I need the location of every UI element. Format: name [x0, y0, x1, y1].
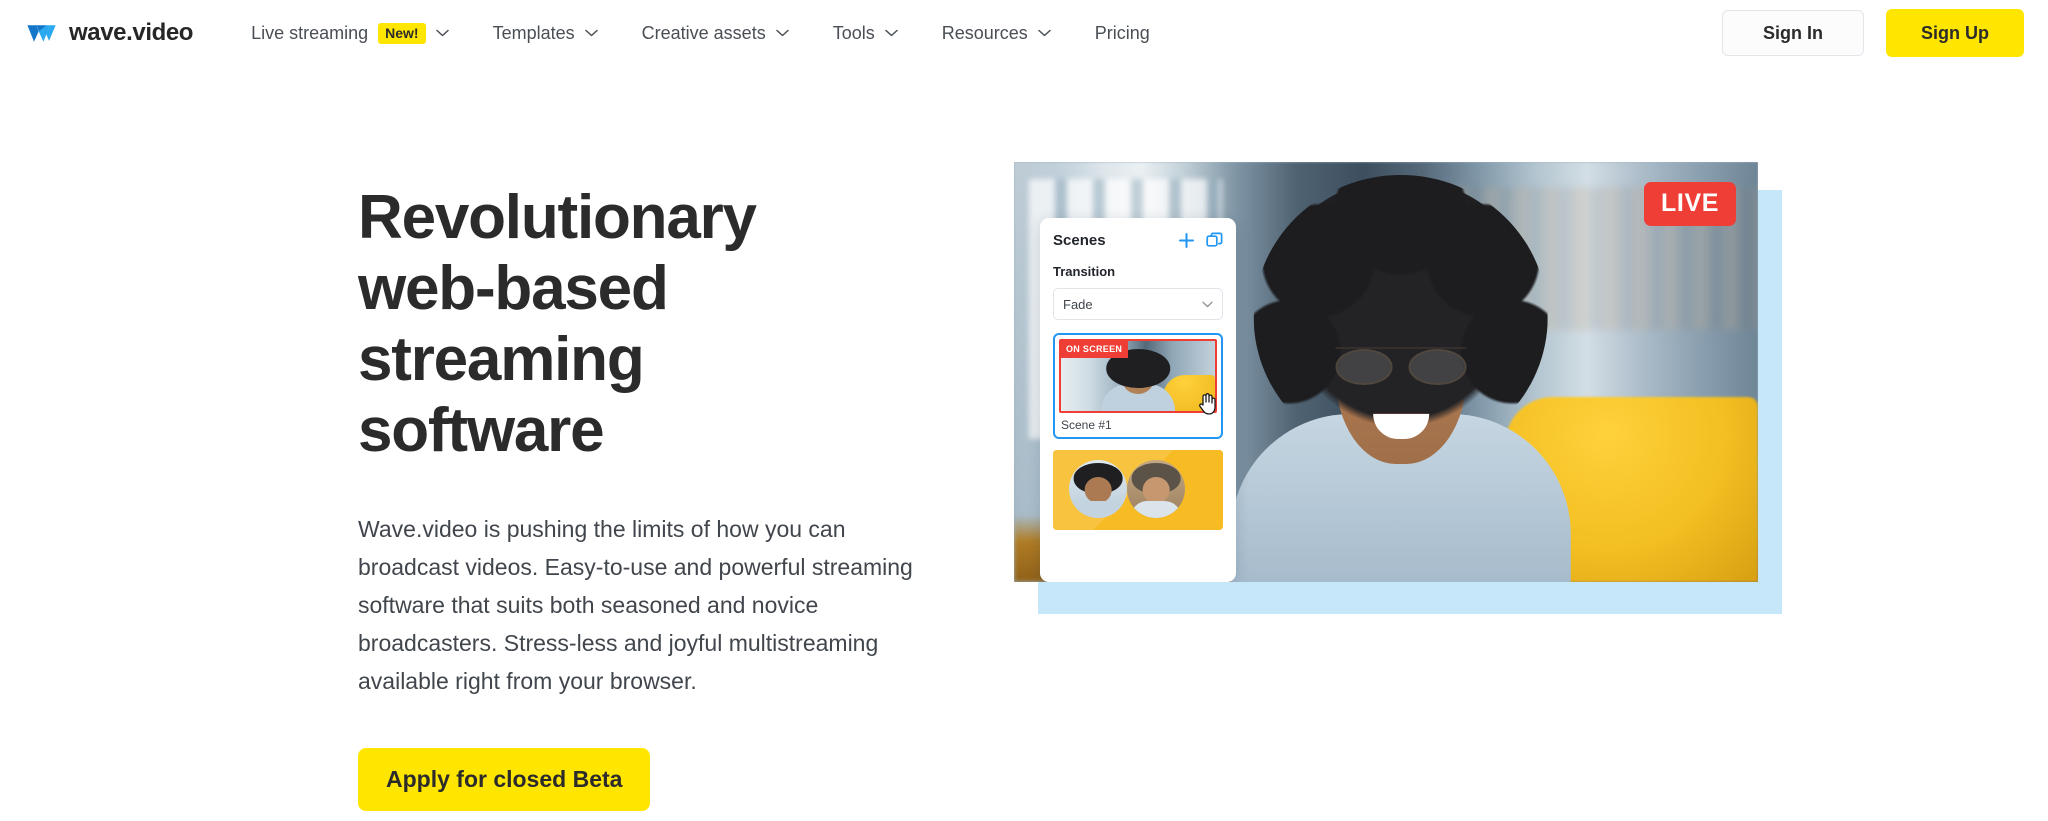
transition-selected-value: Fade: [1063, 296, 1093, 312]
transition-select[interactable]: Fade: [1053, 288, 1223, 320]
stream-preview: LIVE Scenes Transition Fade ON SCREEN Sc…: [1014, 162, 1758, 582]
hero-section: Revolutionary web-based streaming softwa…: [0, 66, 2048, 811]
nav-item-resources[interactable]: Resources: [920, 14, 1073, 52]
nav-label: Tools: [832, 23, 875, 43]
avatar: [1069, 460, 1127, 518]
sign-up-button[interactable]: Sign Up: [1886, 9, 2024, 57]
scenes-panel: Scenes Transition Fade ON SCREEN Scene #…: [1040, 218, 1236, 582]
nav-item-pricing[interactable]: Pricing: [1073, 14, 1172, 52]
chevron-down-icon: [1038, 29, 1051, 37]
chevron-down-icon: [775, 29, 789, 37]
sign-in-button[interactable]: Sign In: [1722, 10, 1864, 56]
brand-name: wave.video: [69, 19, 194, 46]
avatar: [1127, 460, 1185, 518]
nav-item-tools[interactable]: Tools: [811, 14, 920, 52]
nav-label: Live streaming: [251, 23, 369, 43]
status-badge: LIVE: [1644, 182, 1736, 226]
nav-label: Pricing: [1094, 23, 1150, 43]
scene-name-label: Scene #1: [1061, 418, 1112, 432]
main-navigation: Live streaming New! Templates Creative a…: [251, 13, 1722, 54]
chevron-down-icon: [584, 29, 598, 37]
hero-copy: Revolutionary web-based streaming softwa…: [358, 162, 978, 811]
scenes-panel-tools: [1178, 232, 1223, 249]
on-screen-badge: ON SCREEN: [1061, 341, 1129, 358]
chevron-down-icon: [884, 29, 898, 37]
scenes-panel-header: Scenes: [1053, 232, 1223, 249]
scene-list-item-2[interactable]: [1053, 450, 1223, 530]
duplicate-icon[interactable]: [1206, 232, 1223, 249]
apply-for-closed-beta-button[interactable]: Apply for closed Beta: [358, 748, 651, 811]
scene-list-item-1[interactable]: ON SCREEN Scene #1: [1053, 333, 1223, 439]
hero-description: Wave.video is pushing the limits of how …: [358, 516, 913, 694]
chevron-down-icon: [1202, 301, 1213, 308]
scenes-panel-title: Scenes: [1053, 232, 1106, 249]
page-title: Revolutionary web-based streaming softwa…: [358, 183, 757, 465]
chevron-down-icon: [435, 29, 449, 37]
presenter-figure: [1230, 162, 1572, 582]
header-actions: Sign In Sign Up: [1722, 9, 2024, 57]
nav-label: Resources: [941, 23, 1028, 43]
nav-item-templates[interactable]: Templates: [471, 14, 620, 52]
nav-label: Templates: [492, 23, 575, 43]
nav-badge-new: New!: [378, 22, 426, 44]
nav-label: Creative assets: [641, 23, 766, 43]
plus-icon[interactable]: [1178, 232, 1195, 249]
site-header: wave.video Live streaming New! Templates…: [0, 0, 2048, 66]
brand-logo-link[interactable]: wave.video: [26, 19, 193, 47]
wave-w-logo-icon: [26, 22, 58, 45]
nav-item-creative-assets[interactable]: Creative assets: [620, 14, 811, 52]
scene-thumbnail: ON SCREEN: [1059, 339, 1217, 413]
hero-visual: LIVE Scenes Transition Fade ON SCREEN Sc…: [1014, 162, 1824, 642]
transition-label: Transition: [1053, 264, 1116, 279]
nav-item-live-streaming[interactable]: Live streaming New!: [251, 13, 471, 54]
